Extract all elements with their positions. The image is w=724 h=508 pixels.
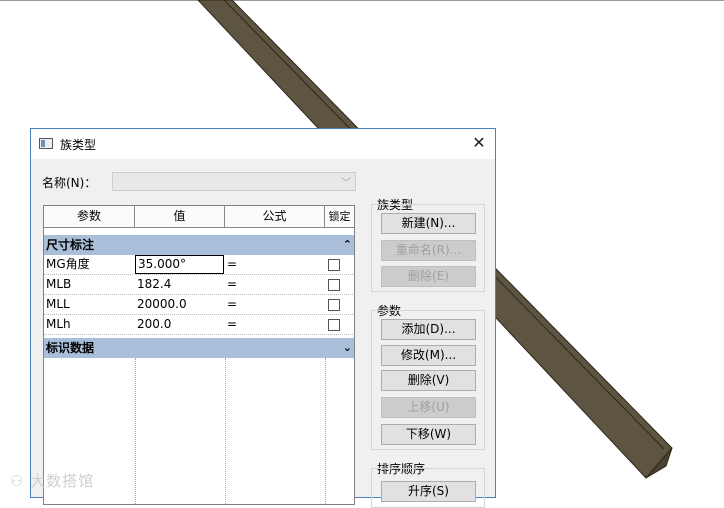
- param-value-input[interactable]: 200.0: [135, 315, 224, 334]
- lock-checkbox[interactable]: [328, 259, 340, 271]
- delete-type-button[interactable]: 删除(E): [381, 266, 476, 287]
- param-name: MLL: [46, 297, 70, 311]
- param-value-input[interactable]: 20000.0: [135, 295, 224, 314]
- new-type-button[interactable]: 新建(N)...: [381, 213, 476, 234]
- column-divider: [225, 358, 226, 504]
- param-name: MLh: [46, 317, 71, 331]
- group-header-identity-data[interactable]: 标识数据 ⌄: [44, 338, 354, 358]
- column-header-lock[interactable]: 锁定: [325, 206, 354, 228]
- group-label: 尺寸标注: [46, 238, 95, 252]
- watermark: ⚇ 大数搭馆: [10, 472, 95, 490]
- close-button[interactable]: ✕: [469, 133, 489, 153]
- param-formula[interactable]: =: [225, 295, 325, 314]
- column-divider: [135, 358, 136, 504]
- title-bar: 族类型 ✕: [31, 129, 495, 159]
- expand-icon[interactable]: ⌄: [343, 338, 352, 358]
- chevron-down-icon: ﹀: [341, 178, 351, 189]
- move-down-button[interactable]: 下移(W): [381, 424, 476, 445]
- table-row[interactable]: MG角度 35.000° =: [44, 255, 354, 275]
- table-row[interactable]: MLL 20000.0 =: [44, 295, 354, 315]
- param-value-input[interactable]: 182.4: [135, 275, 224, 294]
- column-divider: [325, 358, 326, 504]
- move-up-button[interactable]: 上移(U): [381, 397, 476, 418]
- param-name: MLB: [46, 277, 72, 291]
- lock-checkbox[interactable]: [328, 279, 340, 291]
- delete-parameter-button[interactable]: 删除(V): [381, 370, 476, 391]
- dialog-app-icon: [39, 138, 53, 149]
- lock-checkbox[interactable]: [328, 319, 340, 331]
- param-formula[interactable]: =: [225, 275, 325, 294]
- name-label: 名称(N)：: [42, 176, 97, 190]
- param-name: MG角度: [46, 257, 90, 271]
- column-header-value[interactable]: 值: [135, 206, 225, 228]
- param-formula[interactable]: =: [225, 255, 325, 274]
- collapse-icon[interactable]: ⌃: [343, 235, 352, 255]
- lock-checkbox[interactable]: [328, 299, 340, 311]
- name-dropdown[interactable]: ﹀: [112, 172, 356, 191]
- param-formula[interactable]: =: [225, 315, 325, 334]
- rename-type-button[interactable]: 重命名(R)...: [381, 240, 476, 261]
- group-header-dimensions[interactable]: 尺寸标注 ⌃: [44, 235, 354, 255]
- table-row[interactable]: MLh 200.0 =: [44, 315, 354, 335]
- add-parameter-button[interactable]: 添加(D)...: [381, 319, 476, 340]
- family-types-dialog: 族类型 ✕ 名称(N)： ﹀ 参数 值 公式 锁定 尺寸标注 ⌃ MG角度 35…: [30, 128, 496, 508]
- group-label: 标识数据: [46, 341, 95, 355]
- parameter-table: 参数 值 公式 锁定 尺寸标注 ⌃ MG角度 35.000° = MLB 182…: [43, 205, 355, 505]
- dialog-title: 族类型: [60, 138, 97, 152]
- modify-parameter-button[interactable]: 修改(M)...: [381, 345, 476, 366]
- sort-ascending-button[interactable]: 升序(S): [381, 481, 476, 502]
- column-header-parameter[interactable]: 参数: [44, 206, 135, 228]
- column-header-formula[interactable]: 公式: [225, 206, 325, 228]
- table-row[interactable]: MLB 182.4 =: [44, 275, 354, 295]
- param-value-input[interactable]: 35.000°: [135, 255, 224, 274]
